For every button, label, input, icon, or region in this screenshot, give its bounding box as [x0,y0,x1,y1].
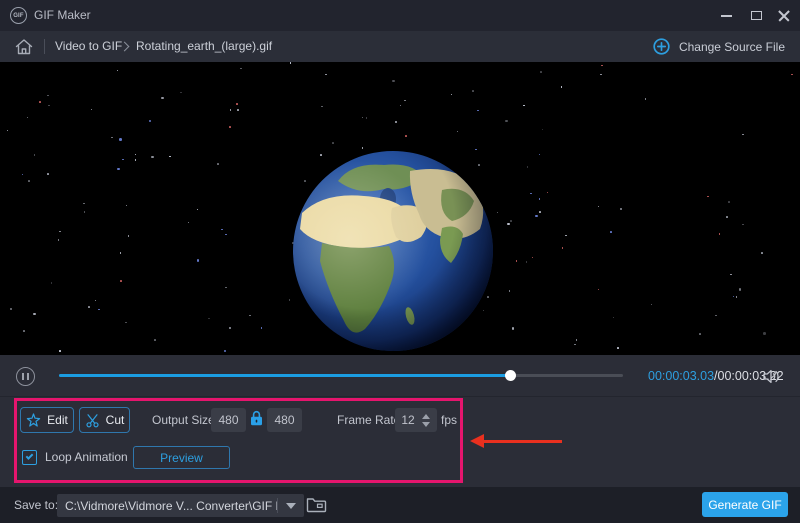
save-path-dropdown[interactable]: C:\Vidmore\Vidmore V... Converter\GIF Ma… [57,494,304,517]
minimize-button[interactable] [712,0,740,31]
cut-button-label: Cut [106,413,125,427]
caret-down-icon [286,503,296,509]
dropdown-caret-button[interactable] [278,503,304,509]
app-logo-icon: GIF [10,7,27,24]
scissors-icon [85,413,100,428]
speaker-icon [762,369,781,384]
pause-button[interactable] [16,367,35,386]
pause-icon [22,373,24,380]
generate-gif-button[interactable]: Generate GIF [702,492,788,517]
loop-animation-row: Loop Animation [22,448,128,466]
window-title: GIF Maker [34,0,91,31]
close-button[interactable] [770,0,798,31]
minimize-icon [721,15,732,17]
video-preview-area [0,62,800,355]
title-bar: GIF GIF Maker [0,0,800,31]
aspect-lock-button[interactable] [250,410,263,429]
change-source-file-button[interactable]: Change Source File [653,31,785,62]
stepper-up-icon[interactable] [422,414,430,419]
save-path-value: C:\Vidmore\Vidmore V... Converter\GIF Ma… [57,499,277,513]
breadcrumb-divider [44,39,45,54]
seek-bar-fill [59,374,510,377]
earth-globe-frame [292,150,494,352]
maximize-button[interactable] [742,0,770,31]
volume-button[interactable] [762,355,781,397]
change-source-file-label: Change Source File [679,40,785,54]
frame-rate-label: Frame Rate: [337,407,404,433]
home-button[interactable] [14,38,34,56]
magic-star-icon [26,413,41,428]
stepper-arrows[interactable] [422,414,430,427]
edit-button-label: Edit [47,413,68,427]
maximize-icon [751,11,762,20]
save-bar: Save to: C:\Vidmore\Vidmore V... Convert… [0,487,800,523]
loop-animation-checkbox[interactable] [22,450,37,465]
plus-circle-icon [653,38,670,55]
save-to-label: Save to: [14,487,58,523]
breadcrumb-bar: Video to GIF Rotating_earth_(large).gif … [0,31,800,62]
current-time: 00:00:03.03 [648,369,714,383]
folder-icon [306,496,327,513]
output-width-field[interactable] [211,408,246,432]
output-height-field[interactable] [267,408,302,432]
loop-animation-label: Loop Animation [45,450,128,464]
edit-button[interactable]: Edit [20,407,74,433]
fps-unit-label: fps [441,407,457,433]
toolbar: Edit Cut Output Size: Frame Rate: [0,397,800,487]
stepper-down-icon[interactable] [422,422,430,427]
checkmark-icon [25,452,33,460]
breadcrumb-file-name: Rotating_earth_(large).gif [136,31,272,62]
lock-icon [250,410,263,426]
output-size-label: Output Size: [152,407,218,433]
open-folder-button[interactable] [306,496,327,516]
home-icon [14,38,34,56]
cut-button[interactable]: Cut [79,407,130,433]
preview-button[interactable]: Preview [133,446,230,469]
gif-maker-window: GIF GIF Maker Video to GIF Rotating_eart… [0,0,800,523]
breadcrumb-section[interactable]: Video to GIF [55,31,122,62]
annotation-arrow-left [470,434,563,448]
close-icon [778,10,790,22]
arrow-shaft [482,440,562,443]
frame-rate-stepper[interactable] [395,408,437,432]
seek-bar[interactable] [59,374,623,377]
frame-rate-value-field[interactable] [395,413,421,427]
player-bar: 00:00:03.03/00:00:03.22 [0,355,800,397]
seek-handle[interactable] [505,370,516,381]
